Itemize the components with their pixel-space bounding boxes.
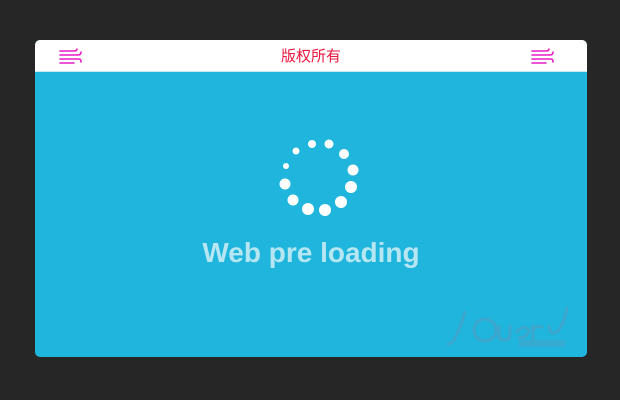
jquery-logo-watermark — [447, 306, 569, 347]
loading-text: Web pre loading — [202, 237, 420, 268]
loading-card: 版权所有 Web pre loading — [35, 40, 587, 357]
